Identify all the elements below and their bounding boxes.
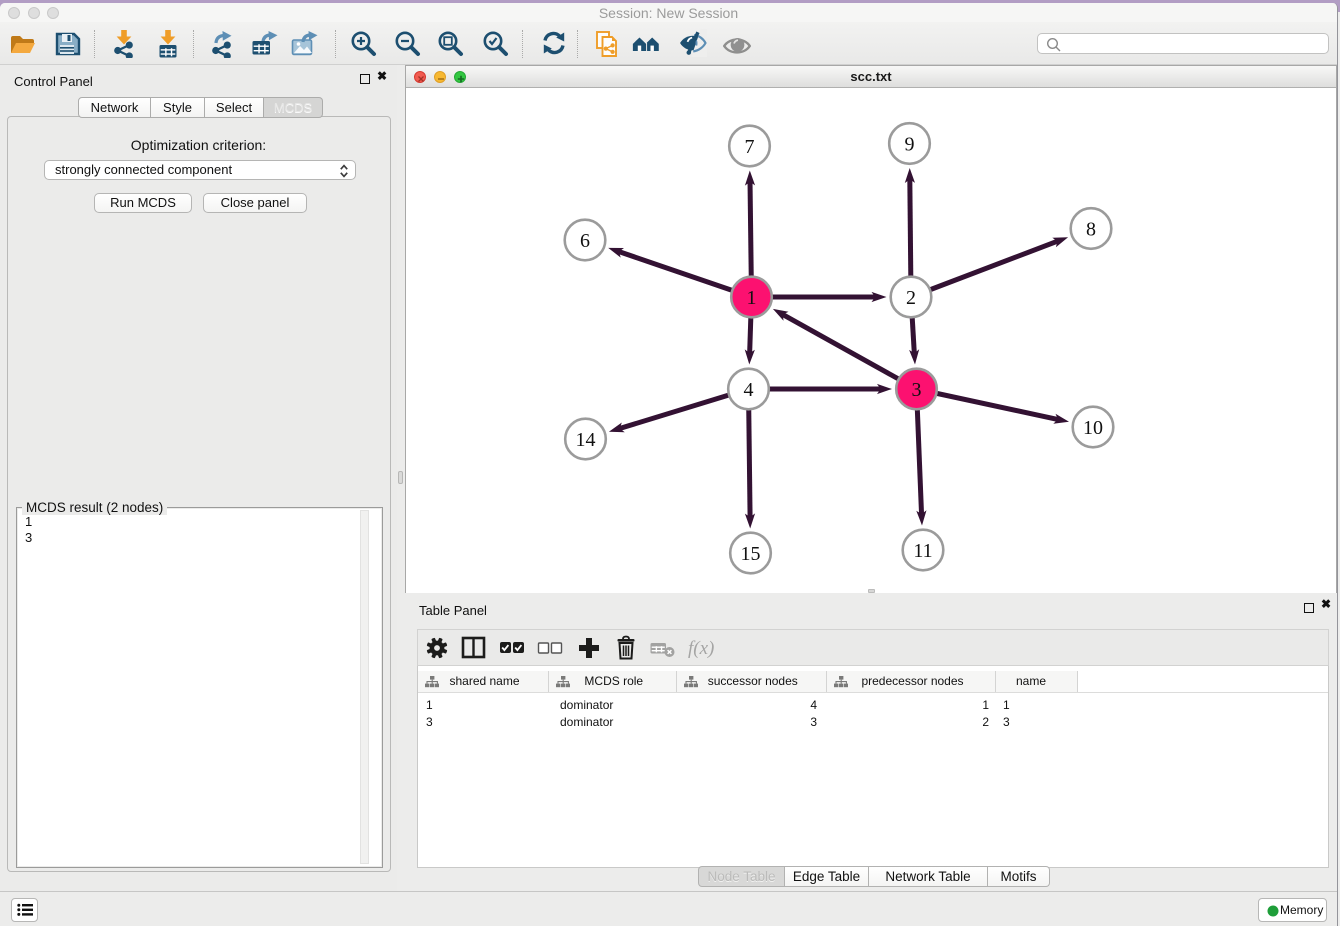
svg-text:14: 14 bbox=[576, 429, 596, 451]
svg-text:10: 10 bbox=[1083, 417, 1103, 439]
svg-text:7: 7 bbox=[745, 136, 755, 158]
svg-text:3: 3 bbox=[912, 379, 922, 401]
svg-text:15: 15 bbox=[741, 543, 761, 565]
svg-text:11: 11 bbox=[913, 540, 932, 562]
svg-text:2: 2 bbox=[906, 287, 916, 309]
svg-text:1: 1 bbox=[747, 287, 757, 309]
svg-text:6: 6 bbox=[580, 230, 590, 252]
svg-text:f(x): f(x) bbox=[688, 638, 714, 659]
svg-text:9: 9 bbox=[905, 134, 915, 156]
svg-text:4: 4 bbox=[744, 379, 754, 401]
svg-text:8: 8 bbox=[1086, 219, 1096, 241]
